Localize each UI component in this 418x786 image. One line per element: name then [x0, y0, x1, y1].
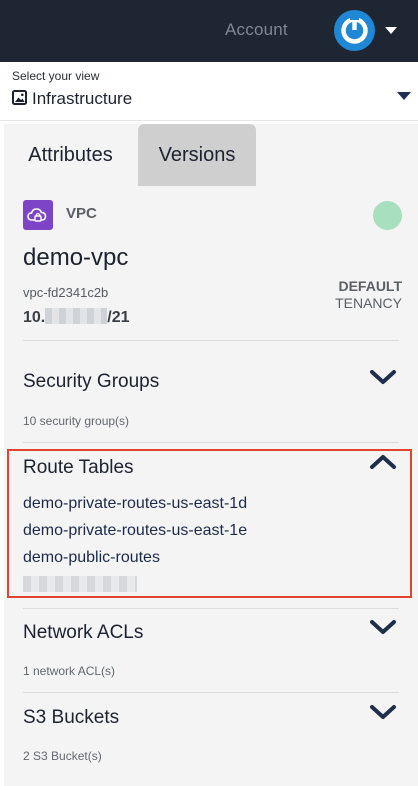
redacted-cidr	[45, 308, 108, 324]
highlight-box	[7, 449, 412, 598]
image-icon	[12, 90, 27, 105]
resource-name: demo-vpc	[23, 244, 129, 271]
chevron-down-icon[interactable]	[397, 92, 411, 100]
view-selector-value: Infrastructure	[32, 89, 133, 108]
resource-id: vpc-fd2341c2b	[23, 285, 109, 300]
security-groups-title[interactable]: Security Groups	[23, 371, 159, 393]
tab-versions[interactable]: Versions	[138, 124, 256, 186]
divider	[23, 692, 399, 693]
security-groups-summary: 10 security group(s)	[23, 414, 130, 428]
tab-attributes[interactable]: Attributes	[4, 124, 137, 186]
cidr-prefix: 10.	[23, 309, 46, 326]
resource-type-label: VPC	[66, 205, 97, 222]
chevron-down-icon[interactable]	[368, 618, 398, 636]
s3-buckets-title[interactable]: S3 Buckets	[23, 707, 119, 729]
account-link[interactable]: Account	[225, 20, 288, 40]
divider	[23, 442, 399, 443]
tenancy-line-1: DEFAULT	[338, 278, 402, 294]
user-avatar[interactable]	[334, 10, 375, 51]
s3-buckets-summary: 2 S3 Bucket(s)	[23, 749, 102, 763]
network-acls-summary: 1 network ACL(s)	[23, 664, 116, 678]
network-acls-title[interactable]: Network ACLs	[23, 622, 143, 644]
tenancy-line-2: TENANCY	[335, 295, 402, 311]
view-selector[interactable]: Select your view Infrastructure	[0, 62, 418, 121]
chevron-down-icon[interactable]	[368, 368, 398, 386]
vpc-cloud-icon	[23, 200, 53, 230]
cidr-suffix: /21	[107, 309, 130, 326]
chevron-down-icon[interactable]	[368, 703, 398, 721]
view-selector-label: Select your view	[12, 69, 100, 83]
account-menu-caret-icon[interactable]	[385, 27, 397, 34]
power-icon	[341, 16, 368, 44]
divider	[23, 340, 399, 341]
cidr-block: 10. /21	[23, 308, 130, 327]
divider	[23, 608, 399, 609]
top-bar: Account	[0, 0, 418, 62]
status-indicator	[373, 201, 402, 230]
